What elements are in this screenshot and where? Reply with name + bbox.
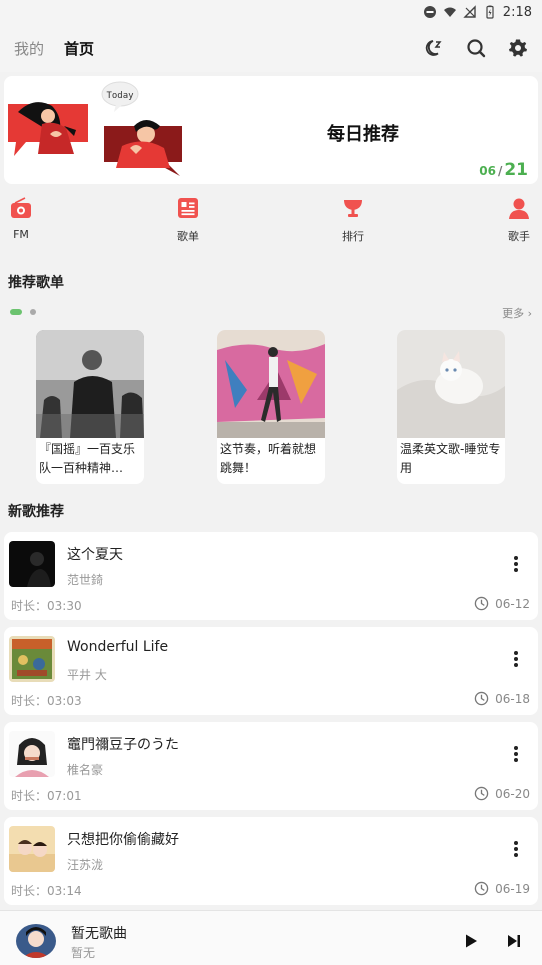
song-cover-image	[9, 826, 55, 872]
song-artist: 椎名豪	[67, 763, 104, 777]
song-duration: 时长：07:01	[11, 789, 82, 803]
quick-nav-fm-label: FM	[13, 228, 29, 241]
carousel-indicator	[10, 309, 36, 315]
banner-title: 每日推荐	[327, 124, 399, 145]
banner-month: 06	[479, 164, 496, 178]
tab-home[interactable]: 首页	[64, 38, 94, 59]
battery-icon	[486, 5, 494, 19]
mini-player[interactable]: 暂无歌曲 暂无	[0, 910, 542, 965]
song-date-text: 06-20	[495, 786, 530, 801]
song-title: Wonderful Life	[67, 639, 169, 655]
player-avatar	[16, 924, 56, 958]
trophy-icon	[344, 200, 362, 217]
song-date-text: 06-18	[495, 691, 530, 706]
more-link[interactable]: 更多 ›	[502, 305, 532, 321]
quick-nav-playlist-label: 歌单	[177, 230, 199, 243]
playlist-card[interactable]: 温柔英文歌-睡觉专用	[397, 330, 505, 484]
song-title: 只想把你偷偷藏好	[67, 832, 179, 848]
quick-nav-playlist[interactable]: 歌单	[176, 196, 200, 244]
song-title: 这个夏天	[67, 547, 123, 563]
song-cover-image	[9, 731, 55, 777]
clock-icon	[474, 881, 489, 896]
playlist-card[interactable]: 『国摇』一百支乐队一百种精神…	[36, 330, 144, 484]
song-artist: 汪苏泷	[67, 858, 104, 872]
banner-day: 21	[504, 160, 528, 180]
more-options-icon[interactable]	[508, 554, 524, 574]
more-options-icon[interactable]	[508, 744, 524, 764]
playlist-name: 温柔英文歌-睡觉专用	[400, 442, 501, 475]
song-artist: 平井 大	[67, 668, 107, 682]
playlist-name: 『国摇』一百支乐队一百种精神…	[39, 442, 136, 475]
banner-date-separator: /	[497, 164, 503, 178]
daily-recommend-banner[interactable]: Today 每日推荐 06/21	[4, 76, 538, 184]
more-options-icon[interactable]	[508, 839, 524, 859]
song-item[interactable]: Wonderful Life 平井 大 时长：03:03 06-18	[4, 627, 538, 715]
quick-nav-singer[interactable]: 歌手	[507, 196, 531, 244]
song-duration: 时长：03:30	[11, 599, 82, 613]
playlist-cover-image	[397, 330, 505, 438]
song-item[interactable]: 竈門禰豆子のうた 椎名豪 时长：07:01 06-20	[4, 722, 538, 810]
status-time: 2:18	[502, 4, 532, 20]
more-options-icon[interactable]	[508, 649, 524, 669]
search-icon[interactable]	[466, 38, 486, 58]
song-date: 06-19	[474, 881, 530, 896]
banner-illustration: Today	[8, 81, 182, 176]
song-duration: 时长：03:03	[11, 694, 82, 708]
next-track-icon[interactable]	[506, 933, 522, 949]
banner-date: 06/21	[479, 160, 528, 180]
tab-mine[interactable]: 我的	[14, 38, 44, 59]
player-song-artist: 暂无	[71, 946, 96, 960]
new-songs-title: 新歌推荐	[8, 504, 64, 520]
no-signal-icon	[463, 5, 476, 18]
carousel-dot-active	[10, 309, 22, 315]
song-date: 06-12	[474, 596, 530, 611]
playlist-cover-image	[217, 330, 325, 438]
quick-nav-singer-label: 歌手	[508, 230, 530, 243]
status-bar: 2:18	[0, 0, 542, 24]
song-date: 06-20	[474, 786, 530, 801]
play-icon[interactable]	[463, 933, 479, 949]
song-duration: 时长：03:14	[11, 884, 82, 898]
wifi-icon	[443, 7, 456, 17]
quick-nav-ranking-label: 排行	[342, 230, 364, 243]
song-date: 06-18	[474, 691, 530, 706]
clock-icon	[474, 786, 489, 801]
playlist-icon	[178, 198, 198, 218]
quick-nav: FM 歌单 排行 歌手	[0, 196, 542, 250]
clock-icon	[474, 691, 489, 706]
settings-gear-icon[interactable]	[508, 38, 528, 58]
song-item[interactable]: 这个夏天 范世錡 时长：03:30 06-12	[4, 532, 538, 620]
song-artist: 范世錡	[67, 573, 104, 587]
playlist-name: 这节奏，听着就想跳舞！	[220, 442, 317, 475]
top-actions	[424, 38, 528, 58]
clock-icon	[474, 596, 489, 611]
today-label: Today	[106, 91, 134, 101]
singer-icon	[509, 198, 529, 219]
carousel-dot	[30, 309, 36, 315]
top-bar: 我的 首页	[0, 24, 542, 72]
sleep-timer-icon[interactable]	[424, 38, 444, 58]
song-date-text: 06-12	[495, 596, 530, 611]
playlist-card[interactable]: 这节奏，听着就想跳舞！	[217, 330, 325, 484]
do-not-disturb-icon	[423, 6, 436, 18]
song-date-text: 06-19	[495, 881, 530, 896]
playlist-cover-image	[36, 330, 144, 438]
song-item[interactable]: 只想把你偷偷藏好 汪苏泷 时长：03:14 06-19	[4, 817, 538, 905]
recommend-playlists-title: 推荐歌单	[8, 275, 64, 291]
song-title: 竈門禰豆子のうた	[67, 737, 179, 753]
player-song-title: 暂无歌曲	[71, 926, 127, 942]
quick-nav-ranking[interactable]: 排行	[341, 196, 365, 244]
quick-nav-fm[interactable]: FM	[9, 196, 33, 241]
song-cover-image	[9, 541, 55, 587]
radio-icon	[11, 197, 31, 218]
song-cover-image	[9, 636, 55, 682]
